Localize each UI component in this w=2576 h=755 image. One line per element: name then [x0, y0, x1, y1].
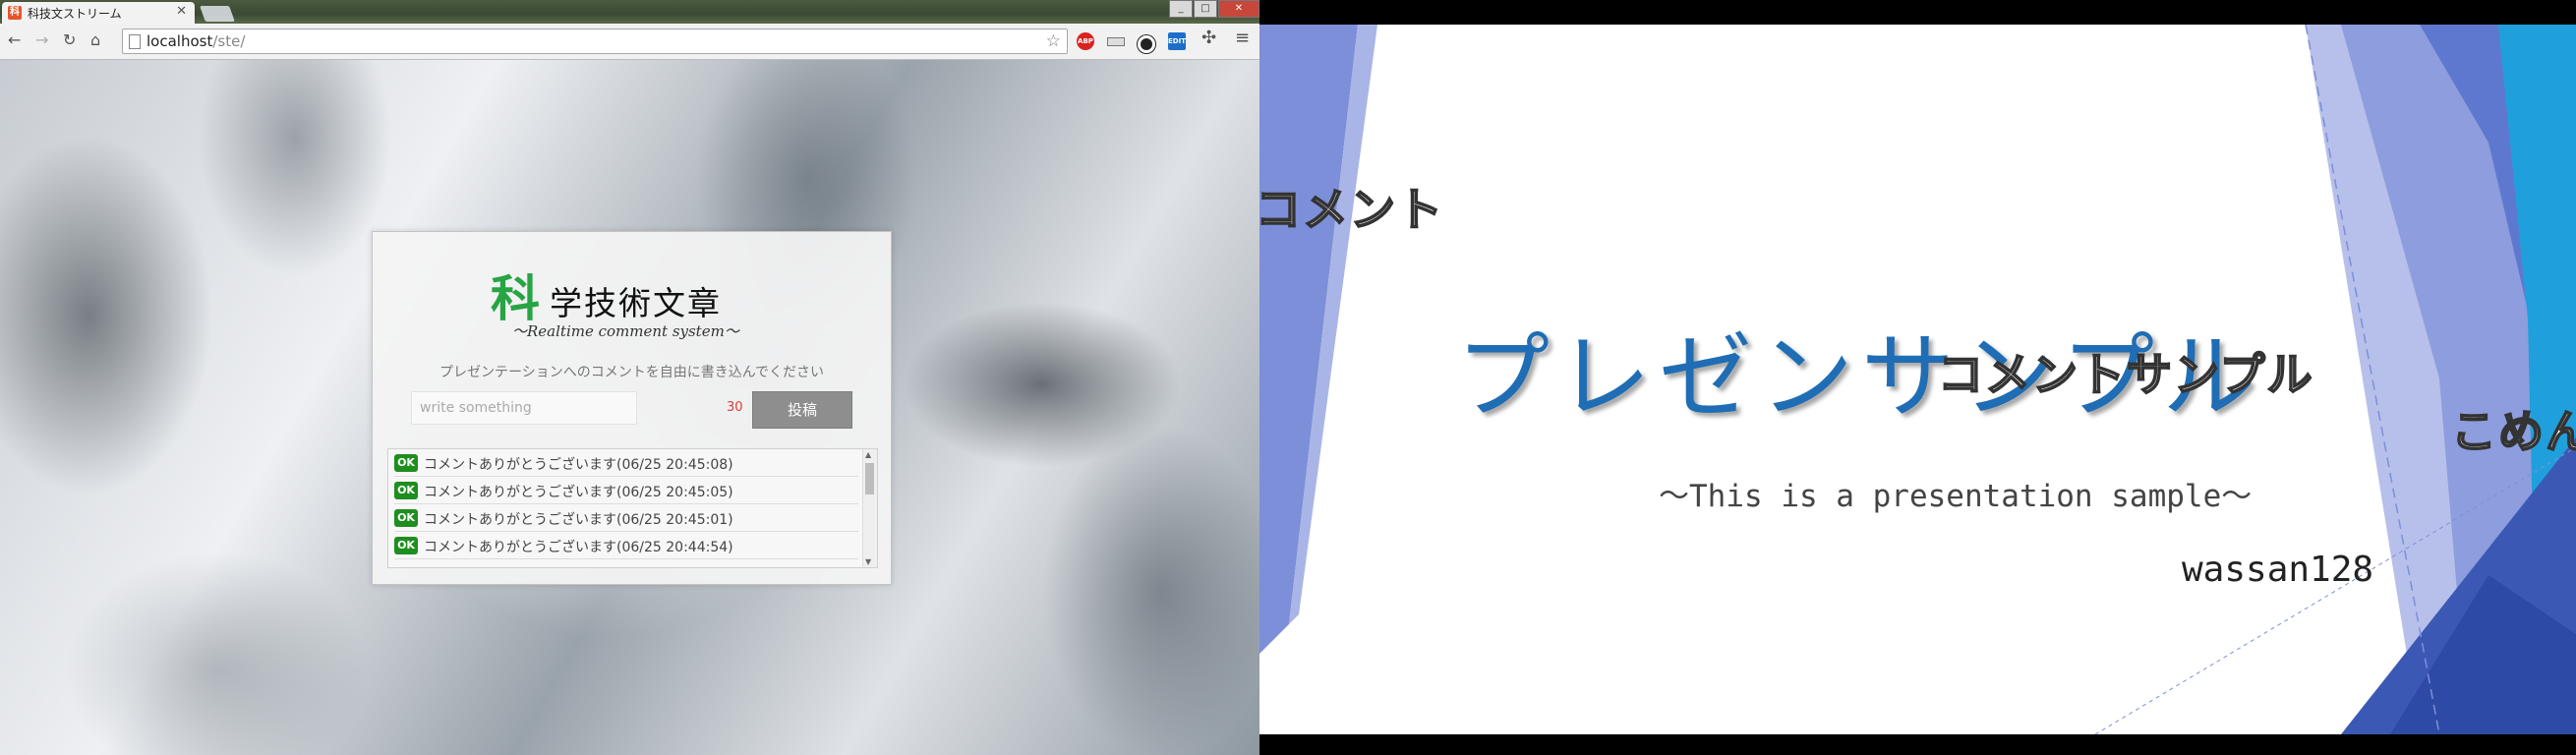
comment-card: 科 学技術文章 〜Realtime comment system〜 プレゼンテー… [372, 231, 892, 585]
list-item: OK コメントありがとうございます(06/25 20:45:05) [394, 477, 858, 504]
floating-comment: コメント [1259, 182, 1444, 237]
left-facet-shape [1259, 25, 1358, 654]
tab-close-icon[interactable]: ✕ [176, 4, 187, 19]
page-icon [129, 34, 141, 49]
post-button[interactable]: 投稿 [752, 391, 852, 429]
ok-badge: OK [394, 482, 418, 499]
comment-status-text: コメントありがとうございます(06/25 20:45:08) [424, 457, 733, 473]
logo-title: 学技術文章 [550, 284, 722, 322]
maximize-button[interactable]: □ [1194, 0, 1217, 18]
favicon-icon: 科 [8, 6, 22, 20]
logo-first-char: 科 [491, 269, 540, 327]
new-tab-button[interactable] [200, 6, 235, 22]
forward-arrow-icon[interactable]: → [35, 31, 48, 49]
list-item: OK コメントありがとうございます(06/25 20:45:08) [394, 449, 858, 477]
list-scrollbar[interactable]: ▲ ▼ [862, 449, 877, 567]
floating-comment: コメントサンプル [1937, 347, 2314, 402]
tab-title: 科技文ストリーム [28, 7, 122, 21]
record-icon[interactable] [1138, 35, 1155, 53]
char-counter: 30 [727, 400, 743, 415]
presentation-screen: プレゼンサンプル 〜This is a presentation sample〜… [1259, 0, 2576, 755]
ok-badge: OK [394, 454, 418, 472]
comment-history-list[interactable]: OK コメントありがとうございます(06/25 20:45:08) OK コメン… [387, 448, 878, 568]
home-icon[interactable]: ⌂ [90, 31, 100, 49]
tab-strip: 科 科技文ストリーム ✕ _ □ ✕ [0, 0, 1259, 24]
logo-subtitle: 〜Realtime comment system〜 [512, 322, 739, 340]
window-controls: _ □ ✕ [1168, 0, 1259, 18]
page-viewport: 科 学技術文章 〜Realtime comment system〜 プレゼンテー… [0, 60, 1259, 755]
adblock-icon[interactable]: ABP [1077, 32, 1094, 50]
slide-subtitle: 〜This is a presentation sample〜 [1659, 479, 2253, 514]
close-window-button[interactable]: ✕ [1218, 0, 1259, 18]
address-bar[interactable]: localhost/ste/ ☆ [122, 29, 1068, 54]
slide-author: wassan128 [2182, 550, 2374, 590]
back-arrow-icon[interactable]: ← [8, 31, 21, 49]
list-item: OK コメントありがとうございます(06/25 20:45:01) [394, 504, 858, 532]
browser-toolbar: ← → ↻ ⌂ localhost/ste/ ☆ ABP EDIT ✣ ≡ [0, 24, 1259, 60]
edit-extension-icon[interactable]: EDIT [1168, 32, 1186, 50]
puzzle-icon[interactable]: ✣ [1201, 29, 1216, 47]
ok-badge: OK [394, 537, 418, 554]
url-text[interactable]: localhost/ste/ [146, 32, 245, 50]
floating-comment: こめんと [2450, 404, 2576, 459]
scroll-down-icon[interactable]: ▼ [865, 557, 871, 566]
scroll-up-icon[interactable]: ▲ [865, 450, 871, 459]
browser-window: 科 科技文ストリーム ✕ _ □ ✕ ← → ↻ ⌂ localhost/ste… [0, 0, 1259, 755]
ok-badge: OK [394, 509, 418, 527]
slide: プレゼンサンプル 〜This is a presentation sample〜… [1259, 25, 2576, 734]
reload-icon[interactable]: ↻ [63, 31, 76, 49]
comment-status-text: コメントありがとうございます(06/25 20:45:01) [424, 512, 733, 528]
minimize-button[interactable]: _ [1169, 0, 1193, 18]
list-item: OK コメントありがとうございます(06/25 20:44:54) [394, 532, 858, 559]
tab-active[interactable]: 科 科技文ストリーム ✕ [2, 2, 195, 24]
keyboard-icon[interactable] [1107, 32, 1125, 50]
logo: 科 学技術文章 〜Realtime comment system〜 [491, 269, 786, 341]
comment-input[interactable] [411, 391, 637, 425]
menu-icon[interactable]: ≡ [1235, 29, 1250, 47]
comment-status-text: コメントありがとうございます(06/25 20:44:54) [424, 540, 733, 555]
scroll-thumb[interactable] [865, 463, 874, 494]
instruction-text: プレゼンテーションへのコメントを自由に書き込んでください [439, 365, 825, 380]
comment-status-text: コメントありがとうございます(06/25 20:45:05) [424, 485, 733, 500]
bookmark-star-icon[interactable]: ☆ [1046, 31, 1061, 51]
